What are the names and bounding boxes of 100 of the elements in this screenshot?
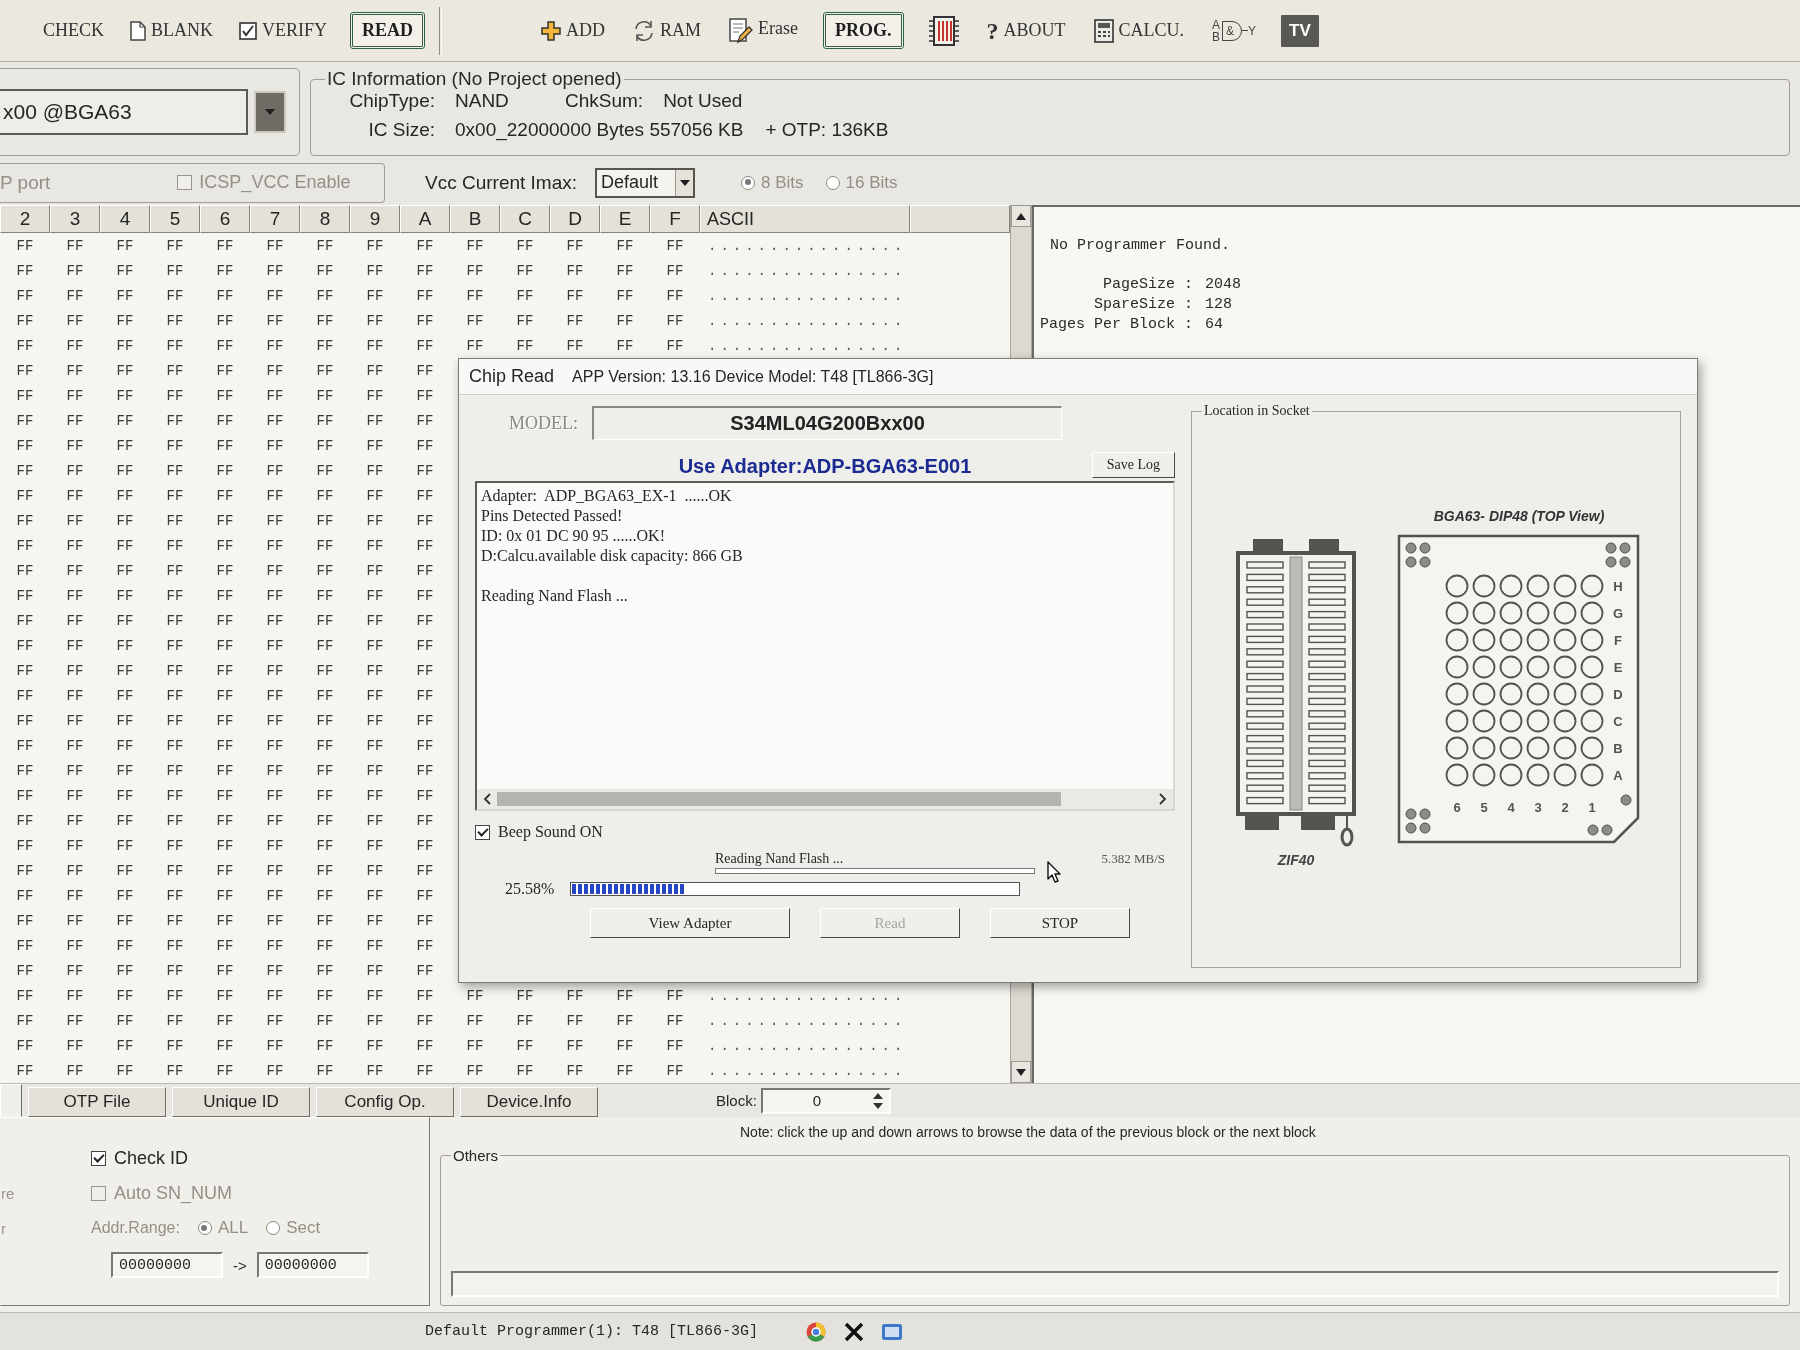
hex-value: FF <box>416 362 434 379</box>
calculator-button[interactable]: CALCU. <box>1090 14 1188 47</box>
add-button[interactable]: ADD <box>538 16 609 45</box>
ball-pad-icon <box>1472 709 1496 733</box>
hex-value: FF <box>16 612 34 629</box>
ascii-value: ................ <box>708 1062 907 1079</box>
ball-pad-icon <box>1553 682 1577 706</box>
ball-pad-icon <box>1553 763 1577 787</box>
hex-value: FF <box>216 787 234 804</box>
hex-value: FF <box>316 312 334 329</box>
hex-value: FF <box>266 587 284 604</box>
verify-button[interactable]: VERIFY <box>236 16 331 45</box>
cross-icon[interactable] <box>844 1321 865 1342</box>
adapter-text: Use Adapter:ADP-BGA63-E001 <box>678 455 972 478</box>
hex-value: FF <box>266 687 284 704</box>
field-label: Vcc Current Imax: <box>425 171 578 194</box>
info-message: No Programmer Found. <box>1050 237 1231 254</box>
hex-value: FF <box>66 887 84 904</box>
spin-arrows-icon[interactable] <box>872 1092 883 1109</box>
hex-value: FF <box>66 287 84 304</box>
hex-value: FF <box>266 562 284 579</box>
hex-value: FF <box>466 337 484 354</box>
checkbox[interactable] <box>475 824 490 840</box>
hex-value: FF <box>366 587 384 604</box>
tab[interactable]: Unique ID <box>172 1087 310 1117</box>
tab[interactable]: Config Op. <box>316 1087 454 1117</box>
column-header: 7 <box>250 205 300 233</box>
scroll-down-button[interactable] <box>1011 1061 1031 1083</box>
hex-value: FF <box>366 762 384 779</box>
hex-value: FF <box>616 1012 634 1029</box>
scroll-left-icon[interactable] <box>483 793 491 805</box>
hex-value: FF <box>166 262 184 279</box>
ram-button[interactable]: RAM <box>630 15 705 46</box>
ascii-value: ................ <box>708 1012 907 1029</box>
dialog-button[interactable]: STOP <box>990 908 1130 938</box>
hex-value: FF <box>66 687 84 704</box>
scroll-right-icon[interactable] <box>1159 793 1167 805</box>
corner-pad-icon <box>1601 824 1613 836</box>
block-spinner-field[interactable]: 0 <box>760 1087 891 1114</box>
hex-value: FF <box>466 1062 484 1079</box>
hex-value: FF <box>366 412 384 429</box>
window-icon[interactable] <box>882 1321 903 1342</box>
tab[interactable] <box>0 1084 22 1117</box>
param-label: Pages Per Block : <box>1040 316 1194 333</box>
tab[interactable]: OTP File <box>28 1087 166 1117</box>
hex-value: FF <box>316 612 334 629</box>
hex-value: FF <box>16 587 34 604</box>
ball-pad-icon <box>1580 682 1604 706</box>
hex-value: FF <box>16 712 34 729</box>
device-select-field[interactable]: x00 @BGA63 <box>0 89 248 135</box>
read-button[interactable]: READ <box>350 12 426 49</box>
dialog-button[interactable]: View Adapter <box>590 908 790 938</box>
scrollbar-thumb[interactable] <box>497 792 1062 806</box>
tab[interactable]: Device.Info <box>460 1087 598 1117</box>
save-log-button[interactable]: Save Log <box>1091 452 1175 478</box>
hex-value: FF <box>166 587 184 604</box>
hex-value: FF <box>66 937 84 954</box>
ball-pad-icon <box>1472 574 1496 598</box>
model-field[interactable]: S34ML04G200Bxx00 <box>592 406 1062 440</box>
hex-value: FF <box>66 912 84 929</box>
hex-value: FF <box>66 612 84 629</box>
hex-value: FF <box>166 387 184 404</box>
column-header: 4 <box>100 205 150 233</box>
program-button[interactable]: PROG. <box>823 12 904 49</box>
text-field[interactable] <box>451 1271 1779 1297</box>
hex-value: FF <box>216 737 234 754</box>
calculator-icon <box>1093 18 1114 43</box>
hex-value: FF <box>116 237 134 254</box>
hex-value: FF <box>216 362 234 379</box>
hex-value: FF <box>16 537 34 554</box>
param-value: 64 <box>1205 316 1224 333</box>
dropdown-button[interactable] <box>254 91 286 133</box>
hex-value: FF <box>216 487 234 504</box>
param-label: SpareSize : <box>1094 296 1194 313</box>
round-app-icon[interactable] <box>806 1321 827 1342</box>
hex-value: FF <box>216 762 234 779</box>
column-label: 4 <box>1507 800 1515 815</box>
hex-value: FF <box>66 237 84 254</box>
hex-value: FF <box>216 962 234 979</box>
corner-pad-icon <box>1405 556 1417 568</box>
hex-value: FF <box>16 987 34 1004</box>
corner-pad-icon <box>1620 794 1632 806</box>
hex-value: FF <box>416 862 434 879</box>
check-button[interactable]: CHECK <box>40 16 107 45</box>
hex-value: FF <box>316 987 334 1004</box>
hex-value: FF <box>116 287 134 304</box>
tv-button[interactable]: TV <box>1281 14 1319 47</box>
checkbox[interactable] <box>91 1151 106 1166</box>
speed-text: 5.382 MB/S <box>1101 851 1165 867</box>
hex-value: FF <box>166 687 184 704</box>
blank-check-button[interactable]: BLANK <box>127 16 216 45</box>
hex-value: FF <box>666 1037 684 1054</box>
scroll-up-button[interactable] <box>1011 205 1031 227</box>
log-line: D:Calcu.available disk capacity: 866 GB <box>481 546 743 566</box>
erase-button[interactable]: Erase <box>726 13 802 48</box>
about-button[interactable]: ? ABOUT <box>983 14 1069 47</box>
ball-pad-icon <box>1499 655 1523 679</box>
log-line: ID: 0x 01 DC 90 95 ......OK! <box>481 526 665 546</box>
hex-value: FF <box>266 737 284 754</box>
vcc-current-select[interactable]: Default <box>595 167 696 198</box>
